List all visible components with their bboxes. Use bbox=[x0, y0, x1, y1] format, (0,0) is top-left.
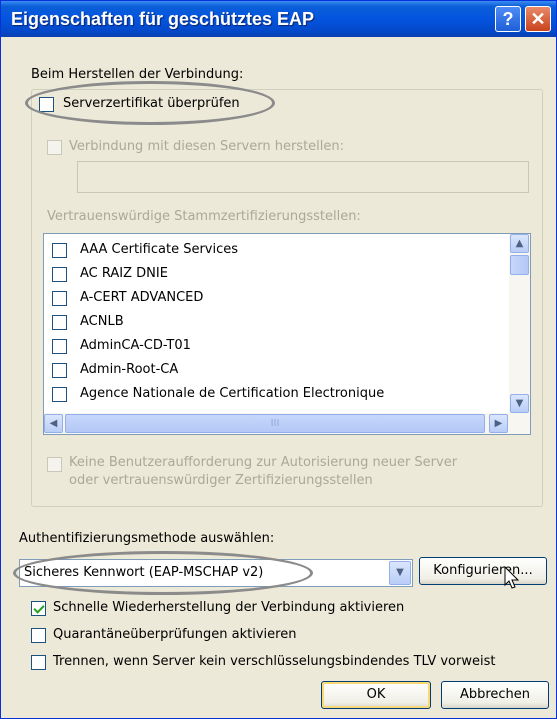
configure-button[interactable]: Konfigurieren... bbox=[419, 557, 547, 585]
list-item-checkbox[interactable] bbox=[52, 291, 67, 306]
list-item-label: Admin-Root-CA bbox=[80, 362, 179, 377]
list-item-label: ACNLB bbox=[80, 314, 124, 329]
list-item-label: AAA Certificate Services bbox=[80, 242, 239, 257]
scroll-right-arrow-icon[interactable]: ▶ bbox=[489, 414, 508, 433]
auth-method-value: Sicheres Kennwort (EAP-MSCHAP v2) bbox=[24, 565, 264, 580]
list-item[interactable]: AAA Certificate Services bbox=[52, 240, 492, 264]
list-item[interactable]: Admin-Root-CA bbox=[52, 360, 492, 384]
mouse-pointer-icon bbox=[504, 566, 520, 589]
scroll-up-arrow-icon[interactable]: ▲ bbox=[510, 234, 529, 253]
dialog-window: Eigenschaften für geschütztes EAP ? ✕ Be… bbox=[0, 0, 557, 719]
cancel-button[interactable]: Abbrechen bbox=[441, 681, 549, 709]
fast-reconnect-label[interactable]: Schnelle Wiederherstellung der Verbindun… bbox=[53, 600, 404, 615]
list-item[interactable]: ACNLB bbox=[52, 312, 492, 336]
list-item[interactable]: A-CERT ADVANCED bbox=[52, 288, 492, 312]
connection-heading: Beim Herstellen der Verbindung: bbox=[31, 67, 244, 82]
horizontal-scrollbar[interactable]: ◀ III ▶ bbox=[44, 413, 530, 434]
vertical-scrollbar[interactable]: ▲ ▼ bbox=[509, 234, 530, 414]
title-bar[interactable]: Eigenschaften für geschütztes EAP ? ✕ bbox=[1, 1, 556, 37]
auth-method-select[interactable]: Sicheres Kennwort (EAP-MSCHAP v2) ▼ bbox=[19, 559, 413, 587]
chevron-down-icon[interactable]: ▼ bbox=[389, 561, 411, 585]
close-icon[interactable]: ✕ bbox=[525, 6, 551, 32]
list-item-checkbox[interactable] bbox=[52, 339, 67, 354]
quarantine-checkbox[interactable] bbox=[31, 628, 46, 643]
horizontal-scroll-thumb[interactable]: III bbox=[65, 414, 485, 433]
list-item-label: AC RAIZ DNIE bbox=[80, 266, 168, 281]
validate-cert-checkbox[interactable] bbox=[39, 97, 54, 112]
disconnect-tlv-label[interactable]: Trennen, wenn Server kein verschlüsselun… bbox=[53, 654, 495, 669]
trusted-ca-list[interactable]: AAA Certificate Services AC RAIZ DNIE A-… bbox=[43, 233, 531, 435]
no-prompt-label-line2: oder vertrauenswürdiger Zertifizierungss… bbox=[69, 473, 373, 488]
auth-method-heading: Authentifizierungsmethode auswählen: bbox=[19, 531, 275, 546]
validate-cert-label[interactable]: Serverzertifikat überprüfen bbox=[63, 96, 240, 111]
list-item-checkbox[interactable] bbox=[52, 387, 67, 402]
vertical-scroll-thumb[interactable] bbox=[510, 255, 529, 275]
connect-servers-label: Verbindung mit diesen Servern herstellen… bbox=[69, 139, 345, 154]
quarantine-label[interactable]: Quarantäneüberprüfungen aktivieren bbox=[53, 627, 296, 642]
fast-reconnect-checkbox[interactable] bbox=[31, 601, 46, 616]
no-prompt-label-line1: Keine Benutzeraufforderung zur Autorisie… bbox=[69, 455, 458, 470]
list-item-label: Agence Nationale de Certification Electr… bbox=[80, 386, 385, 401]
server-names-input bbox=[77, 161, 529, 193]
window-title: Eigenschaften für geschütztes EAP bbox=[11, 9, 315, 29]
scroll-left-arrow-icon[interactable]: ◀ bbox=[44, 414, 63, 433]
disconnect-tlv-checkbox[interactable] bbox=[31, 655, 46, 670]
no-prompt-checkbox bbox=[47, 457, 62, 472]
scroll-down-arrow-icon[interactable]: ▼ bbox=[510, 394, 529, 413]
list-item-checkbox[interactable] bbox=[52, 315, 67, 330]
ok-button[interactable]: OK bbox=[321, 681, 431, 709]
list-item[interactable]: Agence Nationale de Certification Electr… bbox=[52, 384, 492, 408]
connect-servers-checkbox bbox=[47, 140, 62, 155]
list-item-label: AdminCA-CD-T01 bbox=[80, 338, 191, 353]
list-item-label: A-CERT ADVANCED bbox=[80, 290, 204, 305]
list-item-checkbox[interactable] bbox=[52, 363, 67, 378]
list-item[interactable]: AdminCA-CD-T01 bbox=[52, 336, 492, 360]
list-item[interactable]: AC RAIZ DNIE bbox=[52, 264, 492, 288]
help-icon[interactable]: ? bbox=[495, 6, 521, 32]
trusted-ca-heading: Vertrauenswürdige Stammzertifizierungsst… bbox=[47, 209, 361, 224]
list-item-checkbox[interactable] bbox=[52, 267, 67, 282]
list-item-checkbox[interactable] bbox=[52, 243, 67, 258]
